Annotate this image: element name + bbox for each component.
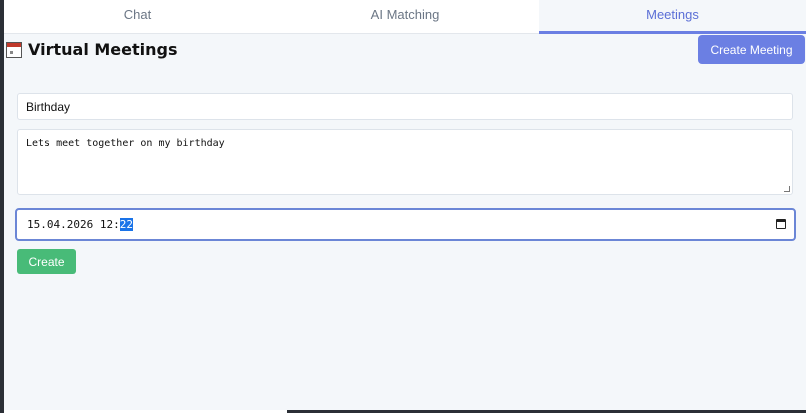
resize-handle-icon[interactable] bbox=[784, 186, 790, 192]
meeting-datetime-input[interactable]: 15.04.2026 12:22 bbox=[15, 208, 796, 241]
tab-bar: Chat AI Matching Meetings bbox=[4, 0, 806, 34]
datetime-value: 15.04.2026 12: bbox=[27, 218, 120, 231]
description-text: Lets meet together on my birthday bbox=[26, 138, 225, 149]
date-picker-icon[interactable] bbox=[776, 219, 786, 229]
tab-ai-matching[interactable]: AI Matching bbox=[271, 0, 539, 34]
datetime-minutes-selected[interactable]: 22 bbox=[119, 218, 133, 231]
tab-meetings[interactable]: Meetings bbox=[539, 0, 806, 34]
calendar-icon bbox=[6, 42, 22, 58]
page-title: Virtual Meetings bbox=[28, 40, 178, 59]
app-window: Chat AI Matching Meetings Virtual Meetin… bbox=[4, 0, 806, 410]
meeting-description-textarea[interactable]: Lets meet together on my birthday bbox=[17, 129, 793, 195]
meeting-name-input[interactable]: Birthday bbox=[17, 93, 793, 120]
create-meeting-button[interactable]: Create Meeting bbox=[698, 35, 805, 64]
tab-chat[interactable]: Chat bbox=[4, 0, 271, 34]
create-button[interactable]: Create bbox=[17, 249, 76, 274]
page-header: Virtual Meetings Create Meeting bbox=[4, 34, 806, 70]
